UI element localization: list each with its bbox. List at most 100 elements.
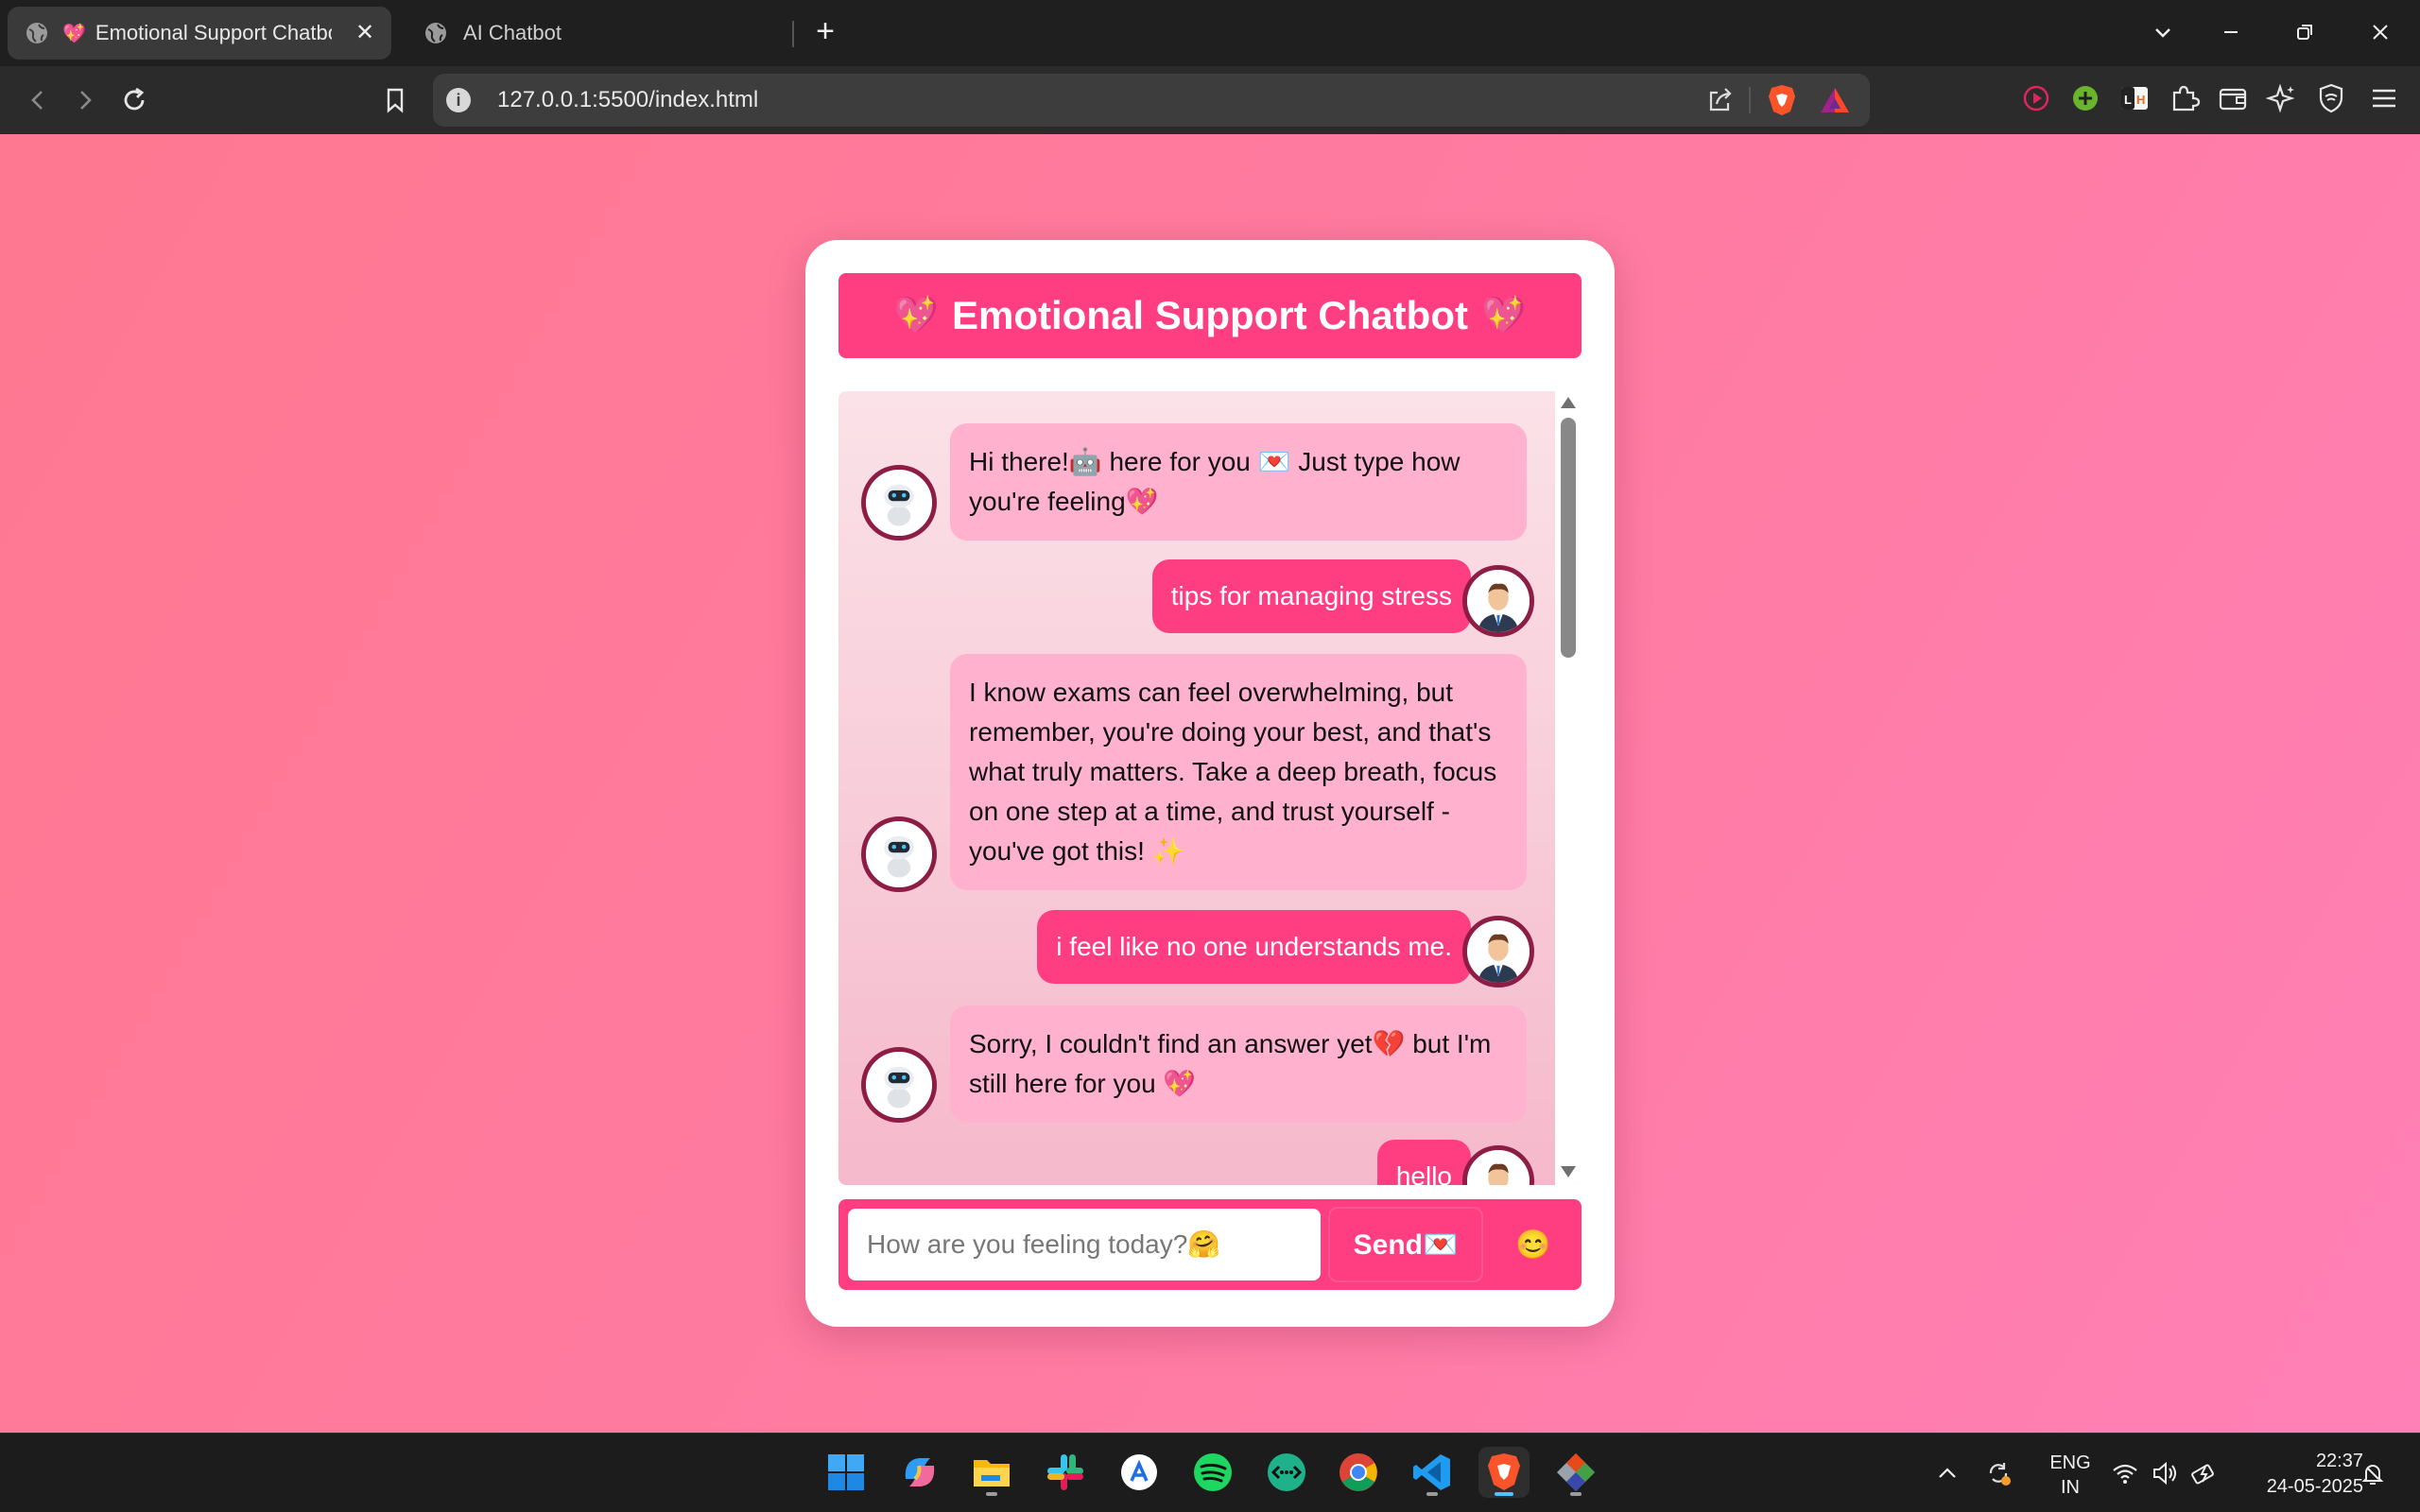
chat-header: 💖 Emotional Support Chatbot 💖 (838, 273, 1582, 358)
url-text[interactable]: 127.0.0.1:5500/index.html (497, 87, 758, 113)
brave-shields-icon[interactable] (1766, 83, 1798, 117)
scroll-thumb[interactable] (1561, 418, 1576, 658)
date-text: 24-05-2025 (2266, 1476, 2363, 1497)
send-button[interactable]: Send💌 (1330, 1209, 1481, 1280)
notification-bell-icon[interactable] (2358, 1458, 2388, 1488)
region-label: IN (2061, 1477, 2080, 1498)
sparkling-heart-icon: 💖 (893, 296, 940, 335)
running-indicator (986, 1492, 997, 1496)
vscode-icon (1413, 1454, 1450, 1490)
restore-icon[interactable] (2286, 13, 2324, 51)
remote-arrows-icon (1268, 1453, 1305, 1491)
site-info-icon[interactable]: i (446, 88, 471, 112)
clock[interactable]: 22:37 24-05-2025 (2240, 1434, 2363, 1512)
brave-icon (1488, 1453, 1520, 1490)
bot-avatar (861, 1047, 937, 1123)
tab-divider (792, 21, 794, 47)
tab-title: AI Chatbot (463, 21, 562, 44)
volume-icon[interactable] (2150, 1458, 2180, 1488)
message-input[interactable] (848, 1209, 1321, 1280)
bookmark-icon[interactable] (374, 79, 416, 121)
chat-container: 💖 Emotional Support Chatbot 💖 Hi there!🤖… (805, 240, 1615, 1327)
bot-message: Sorry, I couldn't find an answer yet💔 bu… (950, 1005, 1527, 1123)
user-message: hello (1376, 1140, 1471, 1185)
user-avatar (1462, 565, 1534, 637)
tab-title: Emotional Support Chatbot (95, 21, 332, 44)
globe-icon (26, 23, 47, 43)
emoji-button[interactable]: 😊 (1491, 1209, 1576, 1280)
browser-toolbar: i 127.0.0.1:5500/index.html LH (0, 66, 2420, 134)
time-text: 22:37 (2315, 1451, 2363, 1471)
chat-scrollbar[interactable] (1555, 391, 1582, 1185)
start-button[interactable] (821, 1447, 872, 1498)
app-store-app[interactable] (1114, 1447, 1165, 1498)
chat-input-bar: Send💌 😊 (838, 1199, 1582, 1290)
show-hidden-icons-chevron-icon[interactable] (1932, 1458, 1962, 1488)
rewards-triangle-icon[interactable] (1819, 85, 1851, 115)
bot-message: I know exams can feel overwhelming, but … (950, 654, 1527, 890)
chrome-icon (1340, 1453, 1377, 1491)
bot-avatar (861, 816, 937, 892)
brave-app[interactable] (1478, 1447, 1530, 1498)
scroll-up-arrow-icon[interactable] (1561, 397, 1576, 408)
folder-icon (974, 1460, 1010, 1486)
back-icon[interactable] (17, 79, 59, 121)
menu-icon[interactable] (2367, 81, 2401, 115)
taskbar: ENG IN 22:37 24-05-2025 (0, 1433, 2420, 1512)
wifi-icon[interactable] (2110, 1458, 2140, 1488)
spotify-app[interactable] (1187, 1447, 1238, 1498)
app-store-icon (1121, 1454, 1157, 1490)
extension-lighthouse-icon[interactable]: LH (2118, 81, 2152, 115)
close-tab-icon[interactable]: ✕ (352, 20, 378, 46)
tab-ai-chatbot[interactable]: AI Chatbot (406, 7, 785, 60)
git-app[interactable] (1550, 1447, 1601, 1498)
svg-text:H: H (2136, 93, 2145, 107)
copilot-app[interactable] (894, 1447, 945, 1498)
chat-title: Emotional Support Chatbot (952, 293, 1468, 337)
svg-text:L: L (2124, 93, 2132, 107)
sparkling-heart-icon: 💖 (1480, 296, 1527, 335)
windows-icon (828, 1454, 864, 1490)
vpn-shield-icon[interactable] (2314, 81, 2348, 115)
close-window-icon[interactable] (2361, 13, 2399, 51)
wallet-icon[interactable] (2216, 81, 2250, 115)
tab-search-chevron-icon[interactable] (2144, 13, 2182, 51)
remote-desktop-app[interactable] (1261, 1447, 1312, 1498)
leo-ai-icon[interactable] (2265, 81, 2299, 115)
active-indicator (1495, 1492, 1513, 1496)
url-divider (1749, 87, 1751, 113)
bot-avatar (861, 465, 937, 541)
tab-emotional-support-chatbot[interactable]: 💖 Emotional Support Chatbot ✕ (8, 7, 391, 60)
slack-app[interactable] (1040, 1447, 1091, 1498)
share-icon[interactable] (1705, 85, 1736, 115)
vscode-app[interactable] (1407, 1447, 1458, 1498)
file-explorer-app[interactable] (966, 1447, 1017, 1498)
user-message: i feel like no one understands me. (1037, 910, 1471, 984)
user-message: tips for managing stress (1151, 559, 1471, 633)
extension-plus-icon[interactable] (2068, 81, 2102, 115)
forward-icon[interactable] (64, 79, 106, 121)
running-indicator (1570, 1492, 1582, 1496)
chrome-app[interactable] (1333, 1447, 1384, 1498)
sparkling-heart-icon: 💖 (62, 23, 86, 44)
tab-bar: 💖 Emotional Support Chatbot ✕ AI Chatbot… (0, 0, 2420, 66)
user-avatar (1462, 916, 1534, 988)
copilot-icon (905, 1458, 935, 1486)
address-bar[interactable]: i 127.0.0.1:5500/index.html (433, 74, 1870, 127)
extension-record-icon[interactable] (2019, 81, 2053, 115)
language-indicator[interactable]: ENG IN (2042, 1434, 2099, 1512)
minimize-icon[interactable] (2212, 13, 2250, 51)
robot-icon (866, 821, 932, 887)
git-diamond-icon (1557, 1453, 1595, 1491)
reload-icon[interactable] (113, 79, 155, 121)
scroll-down-arrow-icon[interactable] (1561, 1166, 1576, 1177)
page-background: 💖 Emotional Support Chatbot 💖 Hi there!🤖… (0, 134, 2420, 1433)
extensions-puzzle-icon[interactable] (2167, 81, 2201, 115)
globe-icon (425, 23, 446, 43)
chat-messages[interactable]: Hi there!🤖 here for you 💌 Just type how … (838, 391, 1582, 1185)
sync-icon[interactable] (1983, 1458, 2014, 1488)
battery-charging-icon[interactable] (2189, 1458, 2220, 1488)
spotify-icon (1194, 1453, 1232, 1491)
bot-message: Hi there!🤖 here for you 💌 Just type how … (950, 423, 1527, 541)
new-tab-button[interactable]: + (808, 13, 842, 51)
